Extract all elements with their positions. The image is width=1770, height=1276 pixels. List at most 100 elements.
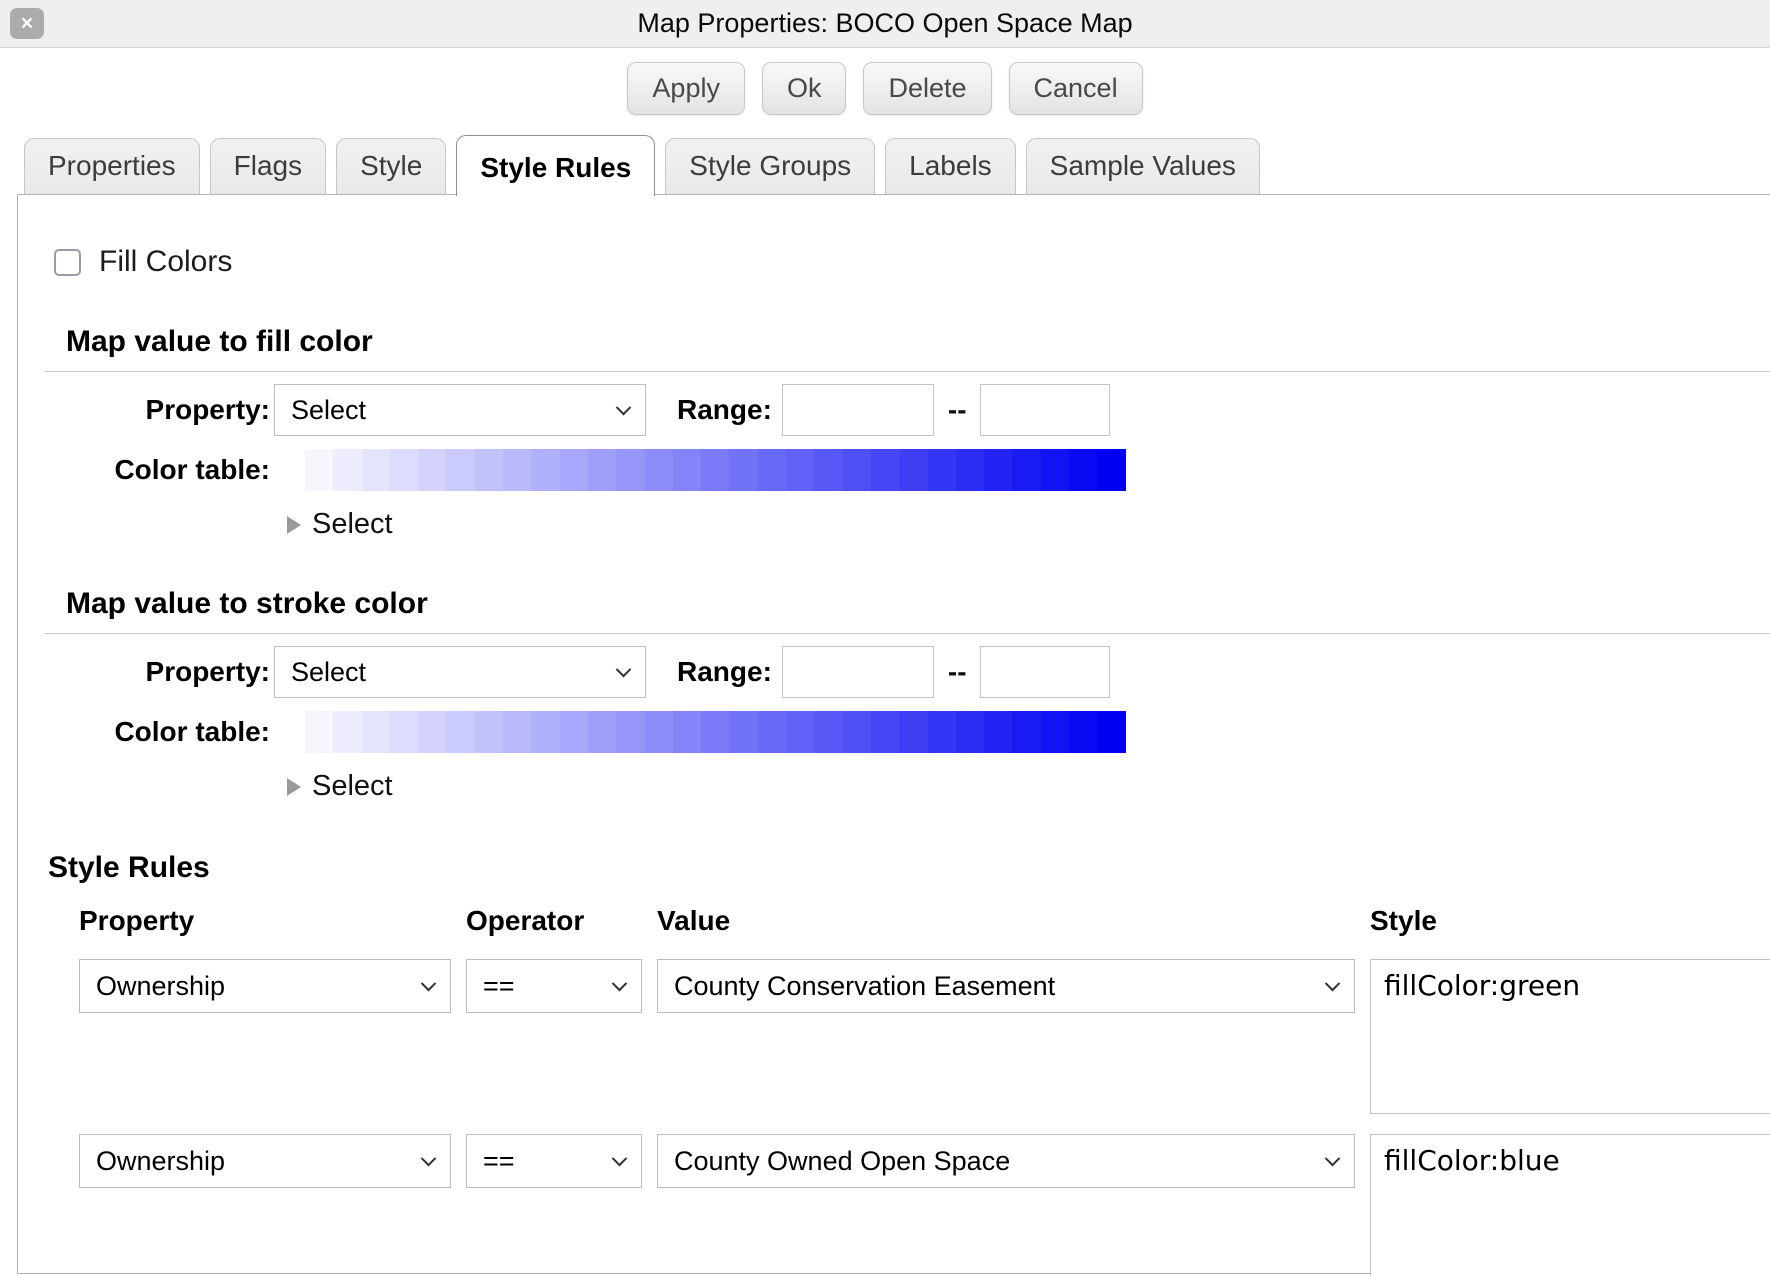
color-swatch xyxy=(701,711,729,753)
color-swatch xyxy=(758,711,786,753)
tab-properties[interactable]: Properties xyxy=(24,138,200,194)
color-swatch xyxy=(871,711,899,753)
rule-1-value-select[interactable]: County Conservation Easement xyxy=(657,959,1355,1013)
color-table-label: Color table: xyxy=(54,716,270,748)
color-swatch xyxy=(418,449,446,491)
select-value: Select xyxy=(291,395,366,426)
column-header-operator: Operator xyxy=(466,905,642,939)
color-swatch xyxy=(390,449,418,491)
color-swatch xyxy=(1069,449,1097,491)
section-heading: Map value to stroke color xyxy=(66,587,1770,621)
color-swatch xyxy=(899,449,927,491)
color-swatch xyxy=(390,711,418,753)
color-swatch xyxy=(333,449,361,491)
fill-property-select[interactable]: Select xyxy=(274,384,646,436)
property-label: Property: xyxy=(54,394,270,426)
color-swatch xyxy=(616,449,644,491)
apply-button[interactable]: Apply xyxy=(627,62,745,115)
column-header-style: Style xyxy=(1370,905,1770,939)
select-value: == xyxy=(483,1146,515,1177)
color-swatch xyxy=(701,449,729,491)
rule-2-operator-select[interactable]: == xyxy=(466,1134,642,1188)
close-button[interactable]: × xyxy=(10,8,44,39)
color-swatch xyxy=(729,711,757,753)
ok-button[interactable]: Ok xyxy=(762,62,847,115)
section-divider xyxy=(44,371,1770,372)
color-swatch xyxy=(928,711,956,753)
chevron-down-icon xyxy=(1325,1150,1341,1166)
tab-sample-values[interactable]: Sample Values xyxy=(1026,138,1260,194)
range-label: Range: xyxy=(677,394,772,426)
color-swatch xyxy=(503,711,531,753)
color-table-row: Color table: xyxy=(54,449,1770,491)
color-swatch xyxy=(928,449,956,491)
tab-style-groups[interactable]: Style Groups xyxy=(665,138,875,194)
stroke-range-min-input[interactable] xyxy=(782,646,934,698)
stroke-property-select[interactable]: Select xyxy=(274,646,646,698)
property-range-row: Property: Select Range: -- xyxy=(54,381,1770,439)
close-icon: × xyxy=(21,13,33,34)
color-swatch xyxy=(446,711,474,753)
rule-1-operator-select[interactable]: == xyxy=(466,959,642,1013)
tab-bar: Properties Flags Style Style Rules Style… xyxy=(24,135,1770,194)
range-separator: -- xyxy=(948,394,967,426)
fill-color-table-gradient xyxy=(305,449,1126,491)
style-rules-panel: Fill Colors Map value to fill color Prop… xyxy=(17,194,1770,1274)
color-swatch xyxy=(956,449,984,491)
fill-colors-checkbox[interactable] xyxy=(54,249,81,276)
rule-1-style-textarea[interactable]: fillColor:green xyxy=(1370,959,1770,1114)
tab-style-rules[interactable]: Style Rules xyxy=(456,135,655,196)
style-rules-table: Property Operator Value Style Ownership … xyxy=(79,905,1770,1276)
color-swatch xyxy=(531,711,559,753)
tab-flags[interactable]: Flags xyxy=(210,138,326,194)
stroke-range-max-input[interactable] xyxy=(980,646,1110,698)
fill-colors-row: Fill Colors xyxy=(54,245,1770,279)
color-swatch xyxy=(531,449,559,491)
tab-style[interactable]: Style xyxy=(336,138,446,194)
color-swatch xyxy=(645,711,673,753)
fill-colors-label: Fill Colors xyxy=(99,245,232,279)
fill-color-table-select-disclosure[interactable]: Select xyxy=(287,508,1770,541)
stroke-color-table-gradient xyxy=(305,711,1126,753)
select-value: Ownership xyxy=(96,1146,225,1177)
rule-2-value-select[interactable]: County Owned Open Space xyxy=(657,1134,1355,1188)
action-button-row: Apply Ok Delete Cancel xyxy=(0,62,1770,115)
color-swatch xyxy=(362,711,390,753)
color-swatch xyxy=(446,449,474,491)
cancel-button[interactable]: Cancel xyxy=(1009,62,1143,115)
color-swatch xyxy=(1012,711,1040,753)
column-header-property: Property xyxy=(79,905,451,939)
chevron-down-icon xyxy=(1325,975,1341,991)
color-swatch xyxy=(333,711,361,753)
rule-2-style-textarea[interactable]: fillColor:blue xyxy=(1370,1134,1770,1276)
chevron-down-icon xyxy=(616,661,632,677)
color-swatch xyxy=(871,449,899,491)
color-swatch xyxy=(1097,711,1125,753)
color-swatch xyxy=(843,449,871,491)
color-swatch xyxy=(729,449,757,491)
tab-labels[interactable]: Labels xyxy=(885,138,1016,194)
color-swatch xyxy=(814,711,842,753)
color-swatch xyxy=(984,711,1012,753)
color-table-row: Color table: xyxy=(54,711,1770,753)
color-table-label: Color table: xyxy=(54,454,270,486)
fill-range-max-input[interactable] xyxy=(980,384,1110,436)
color-swatch xyxy=(843,711,871,753)
color-swatch xyxy=(786,449,814,491)
fill-range-min-input[interactable] xyxy=(782,384,934,436)
color-swatch xyxy=(956,711,984,753)
disclosure-triangle-icon xyxy=(287,516,301,534)
column-header-value: Value xyxy=(657,905,1355,939)
stroke-color-table-select-disclosure[interactable]: Select xyxy=(287,770,1770,803)
color-swatch xyxy=(645,449,673,491)
window-titlebar: × Map Properties: BOCO Open Space Map xyxy=(0,0,1770,48)
color-swatch xyxy=(560,711,588,753)
property-label: Property: xyxy=(54,656,270,688)
delete-button[interactable]: Delete xyxy=(863,62,991,115)
rule-1-property-select[interactable]: Ownership xyxy=(79,959,451,1013)
window-title: Map Properties: BOCO Open Space Map xyxy=(637,8,1132,39)
rule-2-property-select[interactable]: Ownership xyxy=(79,1134,451,1188)
select-value: County Conservation Easement xyxy=(674,971,1055,1002)
color-swatch xyxy=(899,711,927,753)
color-swatch xyxy=(503,449,531,491)
